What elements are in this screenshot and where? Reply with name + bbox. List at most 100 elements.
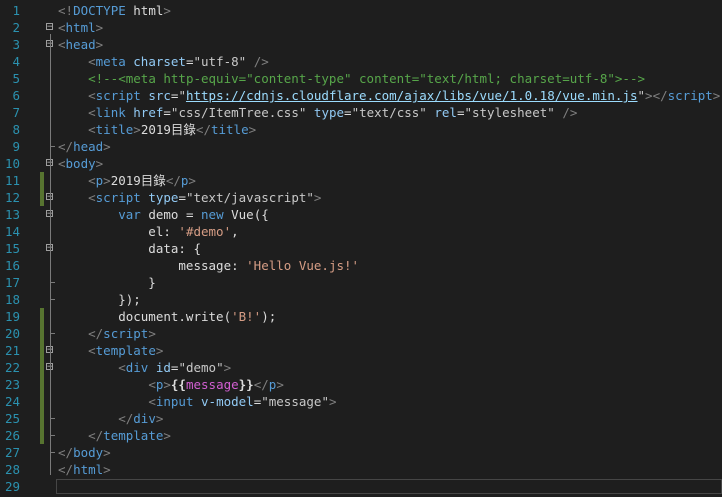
code-token: > (103, 139, 111, 154)
code-token: html (125, 3, 164, 18)
line-number: 12 (4, 190, 20, 205)
code-token: "demo" (178, 360, 224, 375)
code-token: > (103, 445, 111, 460)
code-line[interactable]: 22− <div id="demo"> (0, 359, 722, 376)
code-text: <script type="text/javascript"> (58, 189, 321, 206)
code-text: <p>{{message}}</p> (58, 376, 284, 393)
code-token: > (248, 122, 257, 137)
code-token: href (133, 105, 164, 120)
code-token: meta (95, 54, 126, 69)
code-token: > (188, 173, 196, 188)
code-line[interactable]: 1 <!DOCTYPE html> (0, 2, 722, 19)
code-token: 2019目錄 (140, 122, 196, 137)
code-text: </head> (58, 138, 111, 155)
fold-guide-html (50, 34, 51, 475)
code-token: > (328, 394, 337, 409)
code-line[interactable]: 11 <p>2019目錄</p> (0, 172, 722, 189)
code-token: "text/javascript" (185, 190, 314, 205)
line-number: 21 (4, 343, 20, 358)
code-line[interactable]: 24 <input v-model="message"> (0, 393, 722, 410)
code-line[interactable]: 6 <script src="https://cdnjs.cloudflare.… (0, 87, 722, 104)
code-token: <!--<meta http-equiv="content-type" cont… (88, 71, 646, 86)
code-text: <!--<meta http-equiv="content-type" cont… (58, 70, 645, 87)
code-line[interactable]: 4 <meta charset="utf-8" /> (0, 53, 722, 70)
code-token: > (155, 343, 164, 358)
code-editor[interactable]: 1<!DOCTYPE html>2 − < html >3−<head>4 <meta … (0, 0, 722, 497)
code-token: script (667, 88, 713, 103)
code-token: < (88, 343, 96, 358)
code-token: body (65, 156, 96, 171)
code-token: < (88, 122, 96, 137)
code-line[interactable]: 28 </html> (0, 461, 722, 478)
line-number: 29 (4, 479, 20, 494)
code-token: < (58, 156, 66, 171)
code-token: el: (58, 224, 179, 239)
code-line[interactable]: 23 <p>{{message}}</p> (0, 376, 722, 393)
code-line[interactable]: 20 </script> (0, 325, 722, 342)
code-token: = (344, 105, 352, 120)
code-token: > (133, 122, 141, 137)
change-indicator (40, 393, 44, 410)
line-number: 2 (12, 20, 20, 35)
code-line[interactable]: 21− <template> (0, 342, 722, 359)
code-token: template (103, 428, 164, 443)
code-text: <link href="css/ItemTree.css" type="text… (58, 104, 577, 121)
code-line[interactable]: 2 − <html> (0, 19, 722, 36)
code-text: el: '#demo', (58, 223, 238, 240)
code-token: {{ (170, 377, 186, 392)
current-line-highlight[interactable] (56, 479, 722, 494)
code-token: > (95, 20, 104, 35)
code-line[interactable]: 8 <title>2019目錄</title> (0, 121, 722, 138)
code-line[interactable]: 18 }); (0, 291, 722, 308)
code-line[interactable]: 5 <!--<meta http-equiv="content-type" co… (0, 70, 722, 87)
code-text: <meta charset="utf-8" /> (58, 53, 269, 70)
code-line[interactable]: 9 </head> (0, 138, 722, 155)
code-text: </body> (58, 444, 111, 461)
code-token: new (201, 207, 224, 222)
code-token: ></ (645, 88, 668, 103)
code-token: message (185, 377, 239, 392)
collapse-toggle-icon[interactable]: − (46, 23, 53, 32)
code-line[interactable]: 15− data: { (0, 240, 722, 257)
code-token: " (178, 88, 186, 103)
code-line[interactable]: 10−<body> (0, 155, 722, 172)
line-number: 7 (12, 105, 20, 120)
code-line[interactable]: 19 document.write('B!'); (0, 308, 722, 325)
code-token: v-model (201, 394, 254, 409)
code-line[interactable]: 17 } (0, 274, 722, 291)
code-token: script (95, 88, 141, 103)
code-token: /> (562, 105, 578, 120)
code-token: DOCTYPE (73, 3, 126, 18)
code-token: "text/css" (351, 105, 427, 120)
code-token: </ (88, 428, 104, 443)
code-line[interactable]: 14 el: '#demo', (0, 223, 722, 240)
code-token: = (185, 54, 194, 69)
code-line[interactable]: 27 </body> (0, 444, 722, 461)
line-number: 28 (4, 462, 20, 477)
code-line[interactable]: 13− var demo = new Vue({ (0, 206, 722, 223)
line-number: 16 (4, 258, 20, 273)
code-text: <head> (58, 36, 103, 53)
code-line[interactable]: 12− <script type="text/javascript"> (0, 189, 722, 206)
code-line[interactable]: 26 </template> (0, 427, 722, 444)
code-line[interactable]: 16 message: 'Hello Vue.js!' (0, 257, 722, 274)
code-token: = (163, 105, 171, 120)
code-token: 'B!' (231, 309, 262, 324)
fold-guide-end (50, 282, 55, 283)
change-indicator (40, 325, 44, 342)
code-line[interactable]: 7 <link href="css/ItemTree.css" type="te… (0, 104, 722, 121)
code-line[interactable]: 3−<head> (0, 36, 722, 53)
line-number: 8 (12, 122, 20, 137)
line-number: 17 (4, 275, 20, 290)
code-line[interactable]: 25 </div> (0, 410, 722, 427)
change-indicator (40, 359, 44, 376)
